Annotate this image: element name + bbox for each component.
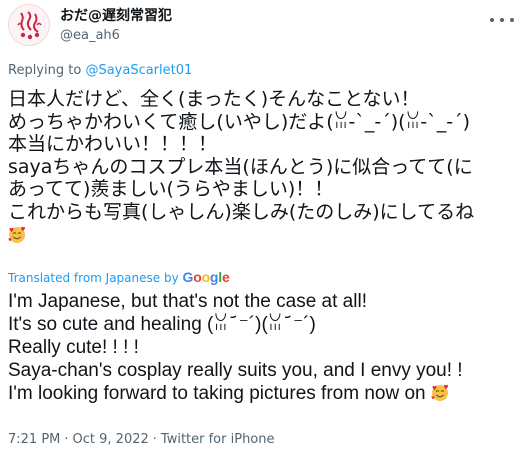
smiling-face-with-hearts-icon — [431, 384, 448, 401]
tweet[interactable]: おだ@遅刻常習犯 @ea_ah6 Replying to @SayaScarle… — [0, 0, 526, 457]
tweet-date[interactable]: Oct 9, 2022 — [73, 432, 149, 447]
tweet-text-line: あってて)羨ましい(うらやましい)！！ — [8, 178, 334, 201]
translated-text-line: Really cute! ! ! ! — [8, 337, 139, 358]
smiling-face-with-hearts-icon — [8, 226, 25, 243]
more-dot-icon — [490, 18, 494, 22]
tweet-time[interactable]: 7:21 PM — [8, 432, 60, 447]
translated-text-line-last: I'm looking forward to taking pictures f… — [8, 382, 520, 405]
more-dot-icon — [500, 18, 504, 22]
google-logo-letter: e — [221, 269, 230, 285]
more-dot-icon — [510, 18, 514, 22]
tweet-text-original: 日本人だけど、全く(まったく)そんなことない！ めっちゃかわいくて癒し(いやし)… — [8, 88, 520, 246]
tweet-text-line: 日本人だけど、全く(まったく)そんなことない！ — [8, 88, 420, 110]
separator: · — [64, 432, 69, 447]
reply-context: Replying to @SayaScarlet01 — [8, 63, 192, 79]
author-display-name[interactable]: おだ@遅刻常習犯 — [60, 8, 172, 24]
tweet-text-line: これからも写真(しゃしん)楽しみ(たのしみ)にしてるね — [8, 200, 475, 223]
author-handle[interactable]: @ea_ah6 — [60, 28, 120, 44]
tweet-header: おだ@遅刻常習犯 @ea_ah6 — [8, 4, 518, 48]
tweet-text-line: めっちゃかわいくて癒し(いやし)だよ(ꈍ-`_-´)(ꈍ-`_-´) — [8, 110, 471, 133]
more-options-button[interactable] — [490, 12, 514, 28]
translated-text-line: I'm Japanese, but that's not the case at… — [8, 291, 367, 312]
translated-text-line: Saya-chan's cosplay really suits you, an… — [8, 360, 463, 381]
tweet-text-line-emoji — [8, 224, 520, 247]
translation-attribution[interactable]: Translated from Japanese by Google — [8, 269, 230, 286]
tweet-text-line: 本当にかわいい！！！！ — [8, 133, 218, 156]
tweet-metadata: 7:21 PM · Oct 9, 2022 · Twitter for iPhone — [8, 432, 275, 448]
translated-text-line: I'm looking forward to taking pictures f… — [8, 383, 426, 404]
google-logo-letter: o — [193, 269, 202, 285]
google-logo-letter: o — [201, 269, 211, 285]
tweet-text-line: sayaちゃんのコスプレ本当(ほんとう)に似合ってて(に — [8, 155, 473, 178]
tweet-text-translated: I'm Japanese, but that's not the case at… — [8, 290, 520, 405]
translation-label: Translated from Japanese by — [8, 271, 183, 285]
avatar[interactable] — [8, 4, 50, 46]
tweet-source[interactable]: Twitter for iPhone — [161, 432, 275, 447]
translated-text-line: It's so cute and healing (ꈍ ᷄᷄ ⁻´)(ꈍ ᷄᷄ … — [8, 314, 316, 335]
avatar-image — [9, 5, 49, 45]
google-logo: Google — [183, 269, 230, 285]
separator: · — [152, 432, 157, 447]
reply-context-prefix: Replying to — [8, 63, 86, 78]
reply-mention-link[interactable]: @SayaScarlet01 — [85, 63, 192, 78]
google-logo-letter: G — [182, 269, 194, 285]
